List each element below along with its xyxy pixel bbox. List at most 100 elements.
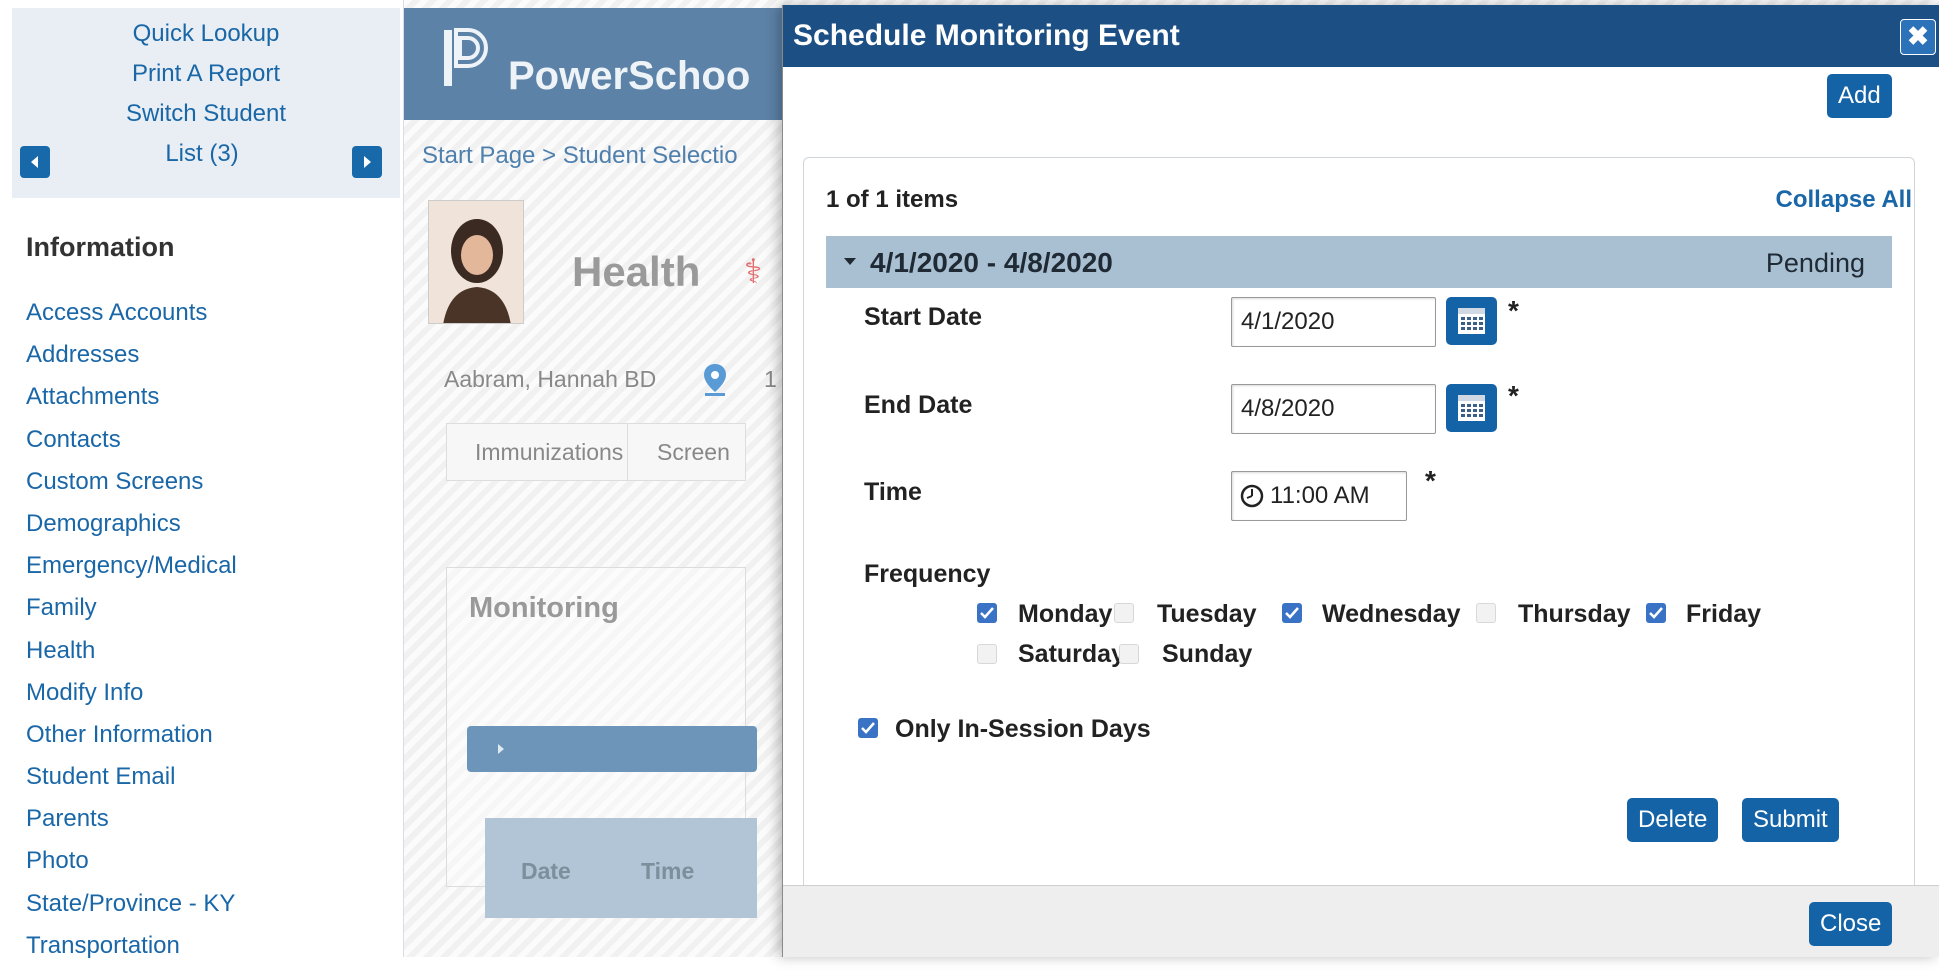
- required-marker: *: [1508, 295, 1519, 326]
- page-title: Health: [572, 248, 701, 295]
- staff-of-asclepius-icon: ⚕: [744, 253, 763, 291]
- add-button[interactable]: Add: [1827, 74, 1892, 118]
- close-button[interactable]: Close: [1809, 902, 1893, 946]
- sidebar-item-emergency-medical[interactable]: Emergency/Medical: [26, 550, 237, 592]
- map-pin-icon[interactable]: [701, 362, 729, 396]
- next-student-button[interactable]: [352, 146, 382, 178]
- monitoring-section: Monitoring Date Time: [446, 567, 757, 918]
- end-date-label: End Date: [864, 391, 973, 419]
- tuesday-checkbox[interactable]: [1114, 603, 1134, 623]
- sidebar-item-modify-info[interactable]: Modify Info: [26, 677, 237, 719]
- sidebar-item-state-province[interactable]: State/Province - KY: [26, 888, 237, 930]
- frequency-label: Frequency: [864, 560, 991, 588]
- record-date-range: 4/1/2020 - 4/8/2020: [870, 247, 1113, 278]
- print-report-link[interactable]: Print A Report: [12, 60, 400, 88]
- chevron-left-icon: [31, 156, 38, 168]
- student-list-link[interactable]: List (3): [8, 140, 396, 168]
- sidebar-item-family[interactable]: Family: [26, 592, 237, 634]
- quick-lookup-link[interactable]: Quick Lookup: [12, 20, 400, 48]
- student-detail-fragment: 1: [764, 366, 777, 392]
- checkmark-icon: [980, 607, 994, 619]
- schedule-monitoring-dialog: Schedule Monitoring Event ✖ Add 1 of 1 i…: [782, 5, 1939, 957]
- breadcrumb[interactable]: Start Page > Student Selectio: [422, 142, 738, 170]
- sidebar-item-attachments[interactable]: Attachments: [26, 381, 237, 423]
- time-label: Time: [864, 478, 922, 506]
- time-value: 11:00 AM: [1270, 482, 1370, 509]
- day-label-sunday: Sunday: [1162, 640, 1253, 668]
- tab-immunizations[interactable]: Immunizations: [475, 439, 623, 466]
- information-heading: Information: [26, 232, 175, 262]
- day-label-saturday: Saturday: [1018, 640, 1125, 668]
- information-links: Access Accounts Addresses Attachments Co…: [26, 297, 237, 972]
- sidebar-item-parents[interactable]: Parents: [26, 803, 237, 845]
- calendar-icon: [1458, 308, 1485, 334]
- checkmark-icon: [1649, 607, 1663, 619]
- day-label-friday: Friday: [1686, 600, 1762, 628]
- dialog-title: Schedule Monitoring Event: [793, 19, 1180, 52]
- start-date-field[interactable]: 4/1/2020: [1231, 297, 1436, 347]
- in-session-checkbox[interactable]: [858, 718, 878, 738]
- sidebar-item-access-accounts[interactable]: Access Accounts: [26, 297, 237, 339]
- day-label-wednesday: Wednesday: [1322, 600, 1461, 628]
- thursday-checkbox[interactable]: [1476, 603, 1496, 623]
- previous-student-button[interactable]: [20, 146, 50, 178]
- monitoring-events-panel: 1 of 1 items Collapse All 4/1/2020 - 4/8…: [803, 157, 1915, 891]
- sidebar-item-student-email[interactable]: Student Email: [26, 761, 237, 803]
- tab-divider: [627, 424, 628, 480]
- sidebar-item-addresses[interactable]: Addresses: [26, 339, 237, 381]
- submit-button[interactable]: Submit: [1742, 798, 1839, 842]
- in-session-label: Only In-Session Days: [895, 715, 1151, 743]
- student-name: Aabram, Hannah BD: [444, 366, 657, 392]
- sidebar-item-other-information[interactable]: Other Information: [26, 719, 237, 761]
- health-tabs: Immunizations Screen: [446, 423, 746, 481]
- start-date-calendar-button[interactable]: [1446, 297, 1497, 345]
- column-header-time: Time: [641, 858, 695, 884]
- sidebar-item-health[interactable]: Health: [26, 635, 237, 677]
- caret-down-icon: [844, 258, 856, 265]
- student-nav-panel: Quick Lookup Print A Report Switch Stude…: [12, 8, 400, 198]
- switch-student-link[interactable]: Switch Student: [12, 100, 400, 128]
- day-label-thursday: Thursday: [1518, 600, 1631, 628]
- checkmark-icon: [1285, 607, 1299, 619]
- wednesday-checkbox[interactable]: [1282, 603, 1302, 623]
- calendar-icon: [1458, 395, 1485, 421]
- required-marker: *: [1425, 465, 1436, 496]
- day-label-tuesday: Tuesday: [1157, 600, 1257, 628]
- column-header-date: Date: [521, 858, 571, 884]
- close-icon[interactable]: ✖: [1900, 19, 1936, 55]
- sidebar-item-demographics[interactable]: Demographics: [26, 508, 237, 550]
- monitoring-heading: Monitoring: [469, 592, 619, 624]
- powerschool-logo: [444, 28, 488, 86]
- dialog-footer: Close: [783, 885, 1939, 957]
- sunday-checkbox[interactable]: [1119, 644, 1139, 664]
- start-date-label: Start Date: [864, 303, 983, 331]
- chevron-right-icon: [498, 744, 504, 754]
- items-count: 1 of 1 items: [826, 186, 959, 213]
- clock-icon: [1240, 484, 1264, 508]
- status-badge: Pending: [1765, 248, 1865, 278]
- chevron-right-icon: [364, 156, 371, 168]
- end-date-field[interactable]: 4/8/2020: [1231, 384, 1436, 434]
- sidebar-item-custom-screens[interactable]: Custom Screens: [26, 466, 237, 508]
- sidebar-item-transportation[interactable]: Transportation: [26, 930, 237, 972]
- dialog-titlebar: Schedule Monitoring Event ✖: [783, 5, 1939, 67]
- friday-checkbox[interactable]: [1646, 603, 1666, 623]
- collapse-all-link[interactable]: Collapse All: [1776, 186, 1912, 214]
- day-label-monday: Monday: [1018, 600, 1113, 628]
- monitoring-record-bar[interactable]: [467, 726, 757, 772]
- brand-name: PowerSchoo: [508, 54, 751, 98]
- tab-screenings[interactable]: Screen: [657, 439, 730, 466]
- sidebar-item-photo[interactable]: Photo: [26, 845, 237, 887]
- sidebar-item-contacts[interactable]: Contacts: [26, 424, 237, 466]
- checkmark-icon: [861, 722, 875, 734]
- saturday-checkbox[interactable]: [977, 644, 997, 664]
- record-header[interactable]: 4/1/2020 - 4/8/2020 Pending: [826, 236, 1892, 288]
- student-photo: [428, 200, 524, 324]
- monday-checkbox[interactable]: [977, 603, 997, 623]
- delete-button[interactable]: Delete: [1627, 798, 1719, 842]
- end-date-calendar-button[interactable]: [1446, 384, 1497, 432]
- sidebar: Quick Lookup Print A Report Switch Stude…: [0, 0, 404, 959]
- time-field[interactable]: 11:00 AM: [1231, 471, 1407, 521]
- required-marker: *: [1508, 380, 1519, 411]
- monitoring-table-header: Date Time: [485, 818, 757, 918]
